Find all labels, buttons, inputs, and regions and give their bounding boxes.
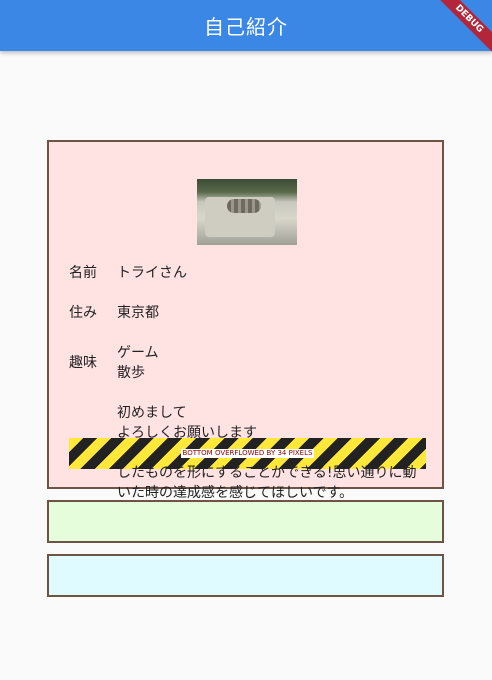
name-value: トライさん [117, 265, 187, 281]
hobby-item: 散歩 [117, 365, 145, 381]
intro-text: 初めまして [117, 405, 187, 421]
address-label: 住み [69, 305, 97, 321]
profile-photo [197, 179, 297, 245]
overflow-warning-label: BOTTOM OVERFLOWED BY 34 PIXELS [180, 449, 315, 458]
green-card [47, 500, 444, 543]
app-bar: 自己紹介 [0, 0, 492, 51]
profile-card: 名前 トライさん 住み 東京都 趣味 ゲーム 散歩 初めまして よろしくお願いし… [47, 140, 444, 501]
page-title: 自己紹介 [204, 15, 288, 39]
name-label: 名前 [69, 265, 97, 281]
debug-banner-label: DEBUG [432, 0, 492, 56]
photo-cat [227, 199, 261, 213]
intro-text: したものを形にすることができる!思い通りに動 [117, 465, 417, 481]
hobby-item: ゲーム [117, 345, 159, 361]
address-value: 東京都 [117, 305, 159, 321]
hobby-label: 趣味 [69, 355, 97, 371]
cyan-card [47, 554, 444, 597]
debug-banner: DEBUG [432, 0, 492, 60]
